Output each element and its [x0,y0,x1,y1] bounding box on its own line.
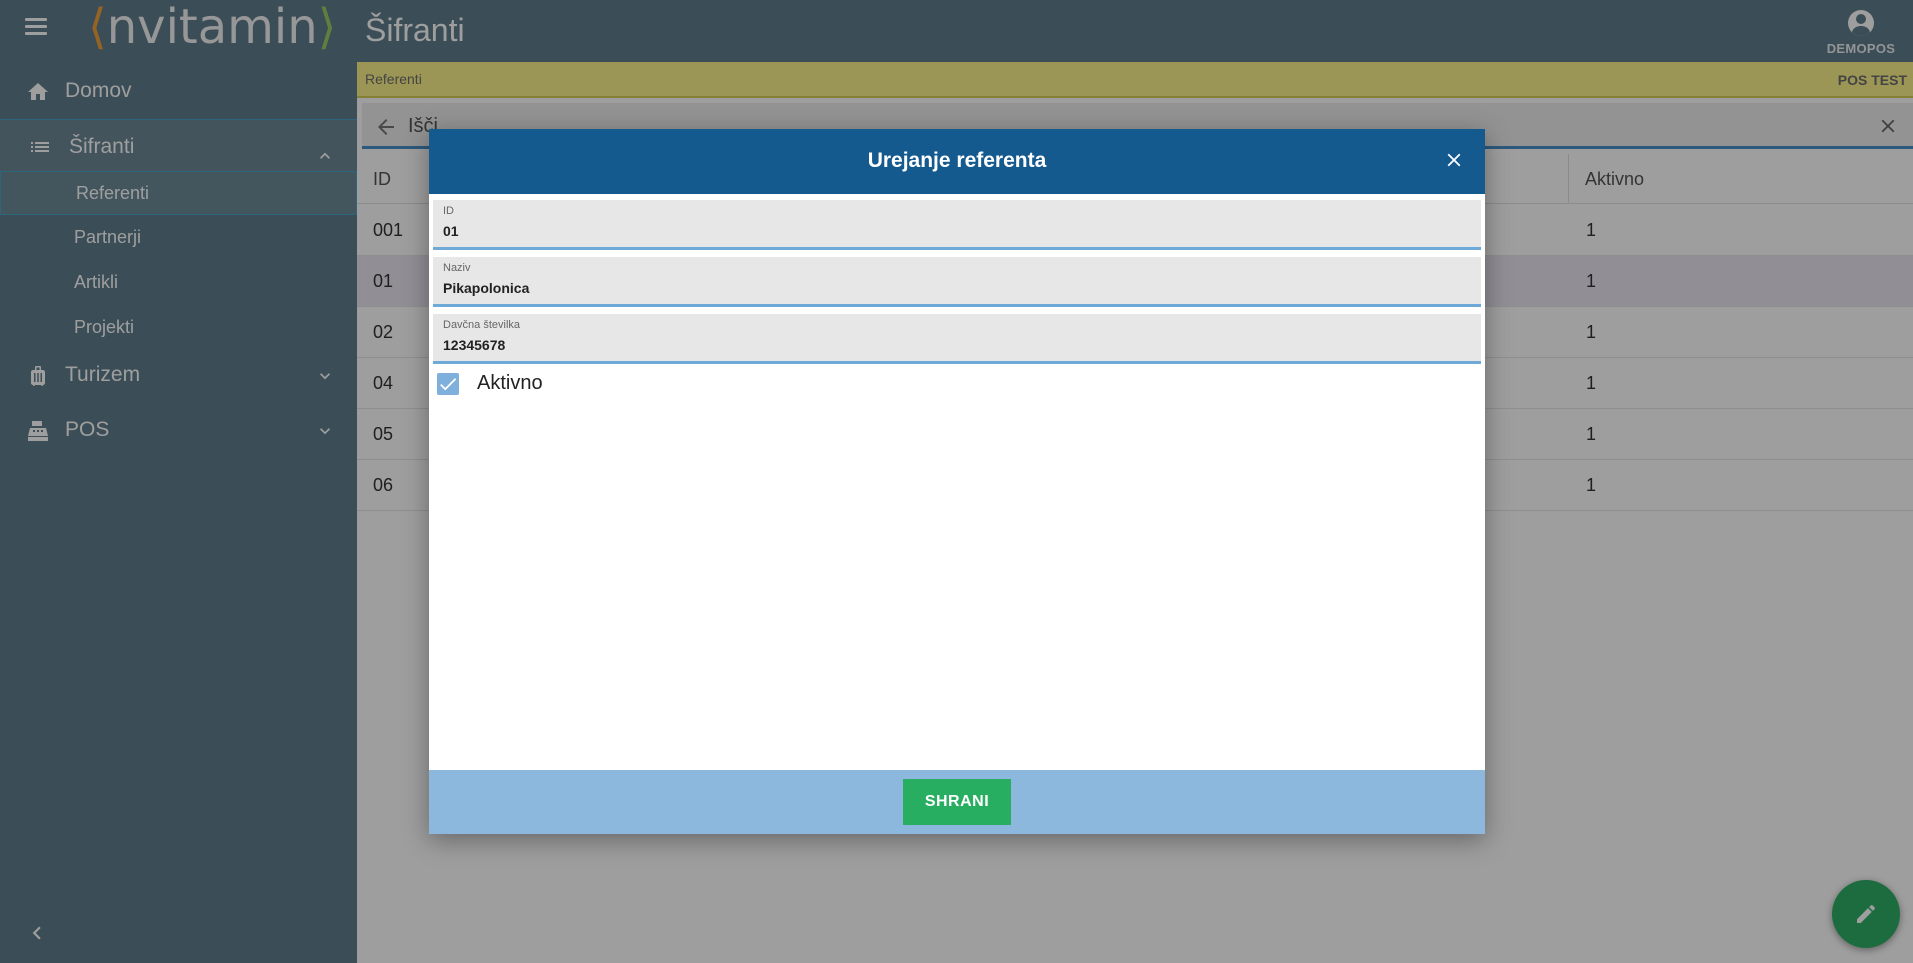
tax-number-field[interactable]: Davčna številka [433,314,1481,364]
tax-number-input[interactable] [443,334,1463,356]
dialog-footer: SHRANI [429,770,1485,834]
field-label: Naziv [443,262,471,274]
id-field[interactable]: ID [433,200,1481,250]
field-label: ID [443,205,454,217]
edit-referent-dialog: Urejanje referenta ID Naziv Davčna števi… [429,129,1485,834]
check-icon [440,378,457,391]
field-label: Davčna številka [443,319,521,331]
dialog-header: Urejanje referenta [429,129,1485,194]
active-checkbox-label: Aktivno [477,372,543,394]
naziv-field[interactable]: Naziv [433,257,1481,307]
id-input[interactable] [443,220,1463,242]
close-icon[interactable] [1443,149,1465,171]
active-checkbox[interactable] [437,373,459,395]
dialog-title: Urejanje referenta [867,149,1047,172]
naziv-input[interactable] [443,277,1463,299]
save-button[interactable]: SHRANI [903,779,1011,825]
